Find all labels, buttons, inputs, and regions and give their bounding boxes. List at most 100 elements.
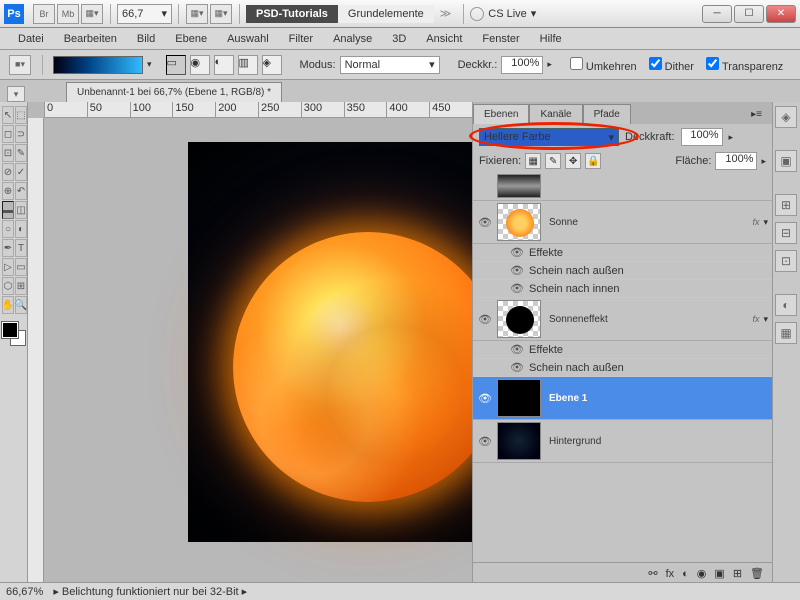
layer-thumb-sonne[interactable] xyxy=(497,203,541,241)
paragraph-dock-icon[interactable]: ⊟ xyxy=(775,222,797,244)
menu-auswahl[interactable]: Auswahl xyxy=(217,30,279,48)
mini-bridge-button[interactable]: Mb xyxy=(57,4,79,24)
fx-badge[interactable]: fx xyxy=(752,217,759,227)
menu-hilfe[interactable]: Hilfe xyxy=(530,30,572,48)
expand-icon[interactable]: ≫ xyxy=(440,7,452,20)
transparency-checkbox[interactable]: Transparenz xyxy=(706,57,783,73)
menu-datei[interactable]: Datei xyxy=(8,30,54,48)
clone-tool[interactable]: ⊕ xyxy=(2,182,14,200)
layer-mask-icon[interactable]: ◐ xyxy=(682,568,689,580)
blend-mode-select[interactable]: Normal▾ xyxy=(340,56,440,74)
lock-transparency-icon[interactable]: ▦ xyxy=(525,153,541,169)
layer-thumb-hintergrund[interactable] xyxy=(497,422,541,460)
path-select-tool[interactable]: ▷ xyxy=(2,258,14,276)
layer-thumb-sonneneffekt[interactable] xyxy=(497,300,541,338)
dodge-tool[interactable]: ◐ xyxy=(15,220,27,238)
opacity-input[interactable]: 100% xyxy=(501,56,543,74)
tab-pfade[interactable]: Pfade xyxy=(583,104,631,124)
visibility-icon[interactable]: 👁 xyxy=(477,433,493,449)
history-brush-tool[interactable]: ↶ xyxy=(15,182,27,200)
layer-sonneneffekt[interactable]: 👁 Sonneneffekt fx▾ xyxy=(473,298,772,341)
layer-thumb-clouds[interactable] xyxy=(497,174,541,198)
lasso-tool[interactable]: ⊃ xyxy=(15,125,27,143)
type-tool[interactable]: T xyxy=(15,239,27,257)
lock-position-icon[interactable]: ✥ xyxy=(565,153,581,169)
gradient-diamond[interactable]: ◈ xyxy=(262,55,282,75)
menu-filter[interactable]: Filter xyxy=(279,30,323,48)
close-button[interactable]: ✕ xyxy=(766,5,796,23)
menu-ansicht[interactable]: Ansicht xyxy=(416,30,472,48)
foreground-color[interactable] xyxy=(2,322,18,338)
swatches-dock-icon[interactable]: ▦ xyxy=(775,322,797,344)
visibility-icon[interactable]: 👁 xyxy=(477,311,493,327)
menu-ebene[interactable]: Ebene xyxy=(165,30,217,48)
visibility-icon[interactable]: 👁 xyxy=(509,263,525,279)
minimize-button[interactable]: ─ xyxy=(702,5,732,23)
visibility-icon[interactable]: 👁 xyxy=(509,360,525,376)
menu-bearbeiten[interactable]: Bearbeiten xyxy=(54,30,127,48)
maximize-button[interactable]: ☐ xyxy=(734,5,764,23)
gradient-linear[interactable]: ▭ xyxy=(166,55,186,75)
character-dock-icon[interactable]: ⊞ xyxy=(775,194,797,216)
crop-tool[interactable]: ⊡ xyxy=(2,144,14,162)
blend-mode-dropdown[interactable]: Hellere Farbe▾ xyxy=(479,128,619,146)
menu-3d[interactable]: 3D xyxy=(382,30,416,48)
color-picker[interactable] xyxy=(2,322,26,346)
screen-mode-button[interactable]: ▦▾ xyxy=(81,4,103,24)
arrange-button[interactable]: ▦▾ xyxy=(210,4,232,24)
marquee-tool[interactable]: ◻ xyxy=(2,125,14,143)
brush-tool[interactable]: ✓ xyxy=(15,163,27,181)
spot-heal-tool[interactable]: ⊘ xyxy=(2,163,14,181)
gradient-angle[interactable]: ◐ xyxy=(214,55,234,75)
fx-badge[interactable]: fx xyxy=(752,314,759,324)
doc-history-button[interactable]: ▾ xyxy=(7,86,25,102)
eraser-tool[interactable]: ◫ xyxy=(15,201,27,219)
visibility-icon[interactable] xyxy=(477,178,493,194)
zoom-select[interactable]: 66,7▾ xyxy=(117,4,172,24)
layer-opacity-input[interactable]: 100% xyxy=(681,128,723,146)
gradient-reflected[interactable]: ▥ xyxy=(238,55,258,75)
menu-fenster[interactable]: Fenster xyxy=(472,30,529,48)
hand-tool[interactable]: ✋ xyxy=(2,296,14,314)
visibility-icon[interactable]: 👁 xyxy=(477,390,493,406)
bridge-button[interactable]: Br xyxy=(33,4,55,24)
visibility-icon[interactable]: 👁 xyxy=(509,342,525,358)
new-layer-icon[interactable]: ⊞ xyxy=(733,567,742,580)
adjustments-dock-icon[interactable]: ▣ xyxy=(775,150,797,172)
panel-menu-icon[interactable]: ▸≡ xyxy=(741,105,772,124)
eyedropper-tool[interactable]: ✎ xyxy=(15,144,27,162)
color-dock-icon[interactable]: ◐ xyxy=(775,294,797,316)
dither-checkbox[interactable]: Dither xyxy=(649,57,694,73)
layer-sonne[interactable]: 👁 Sonne fx▾ xyxy=(473,201,772,244)
reverse-checkbox[interactable]: Umkehren xyxy=(570,57,637,73)
visibility-icon[interactable]: 👁 xyxy=(509,245,525,261)
styles-dock-icon[interactable]: ⊡ xyxy=(775,250,797,272)
shape-tool[interactable]: ▭ xyxy=(15,258,27,276)
gradient-swatch[interactable] xyxy=(53,56,143,74)
delete-layer-icon[interactable]: 🗑 xyxy=(750,567,764,580)
cslive-button[interactable]: CS Live▾ xyxy=(470,7,536,21)
tab-kanaele[interactable]: Kanäle xyxy=(529,104,582,124)
move-tool[interactable]: ↖ xyxy=(2,106,14,124)
menu-bild[interactable]: Bild xyxy=(127,30,165,48)
tool-preset-button[interactable]: ■▾ xyxy=(9,55,31,75)
canvas-area[interactable]: 050100150200250300350400450 xyxy=(28,102,472,582)
adjustment-layer-icon[interactable]: ◉ xyxy=(697,567,707,580)
canvas[interactable] xyxy=(188,142,472,542)
document-tab[interactable]: Unbenannt-1 bei 66,7% (Ebene 1, RGB/8) * xyxy=(66,82,282,102)
layer-fx-icon[interactable]: fx xyxy=(666,568,675,580)
layer-hintergrund[interactable]: 👁 Hintergrund xyxy=(473,420,772,463)
3d-tool[interactable]: ⬡ xyxy=(2,277,14,295)
group-icon[interactable]: ▣ xyxy=(714,567,724,580)
workspace-psd-tutorials[interactable]: PSD-Tutorials xyxy=(246,5,338,23)
lock-all-icon[interactable]: 🔒 xyxy=(585,153,601,169)
lock-pixels-icon[interactable]: ✎ xyxy=(545,153,561,169)
menu-analyse[interactable]: Analyse xyxy=(323,30,382,48)
visibility-icon[interactable]: 👁 xyxy=(477,214,493,230)
tab-ebenen[interactable]: Ebenen xyxy=(473,104,529,124)
artboard-tool[interactable]: ⬚ xyxy=(15,106,27,124)
link-layers-icon[interactable]: ⚯ xyxy=(648,567,657,580)
layers-dock-icon[interactable]: ◈ xyxy=(775,106,797,128)
blur-tool[interactable]: ○ xyxy=(2,220,14,238)
visibility-icon[interactable]: 👁 xyxy=(509,281,525,297)
